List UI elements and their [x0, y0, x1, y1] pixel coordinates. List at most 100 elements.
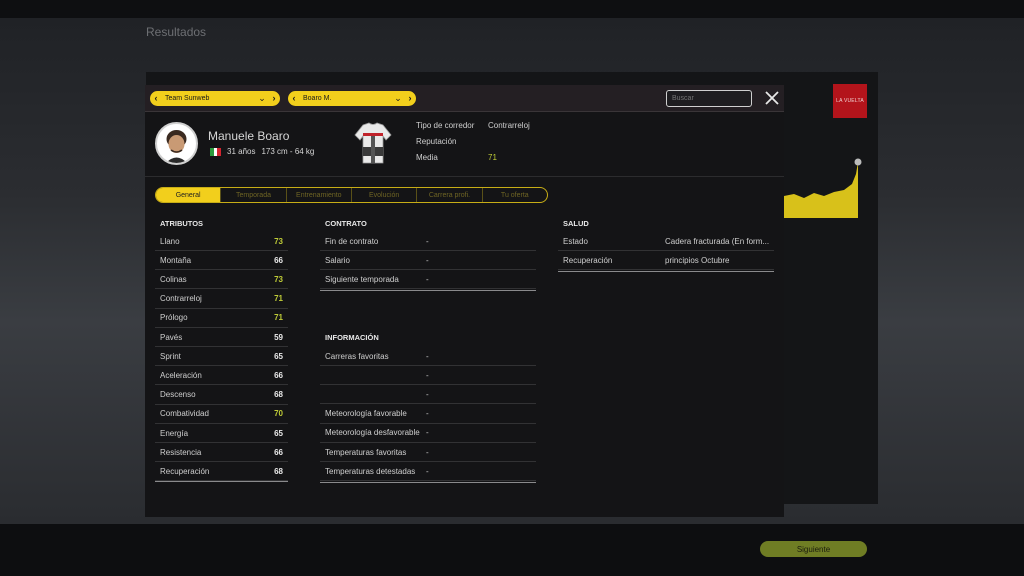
close-icon[interactable] — [762, 88, 782, 108]
modal-header: ‹ Team Sunweb ⌄ › ‹ Boaro M. ⌄ › — [145, 85, 784, 112]
attribute-row: Colinas 73 — [155, 270, 288, 290]
attribute-row-label: Resistencia — [160, 447, 202, 457]
tab-general[interactable]: General — [156, 188, 222, 202]
attribute-row-value: 65 — [274, 351, 283, 361]
attribute-row: Sprint 65 — [155, 347, 288, 367]
information-row: Carreras favoritas - — [320, 347, 536, 366]
rider-type-label: Tipo de corredor — [416, 121, 475, 130]
contract-title: CONTRATO — [325, 219, 367, 228]
attribute-row: Resistencia 66 — [155, 443, 288, 463]
contract-row-value: - — [426, 236, 429, 246]
search-input[interactable] — [666, 90, 752, 107]
attribute-row-value: 68 — [274, 466, 283, 476]
attribute-row-value: 59 — [274, 332, 283, 342]
attribute-row-value: 71 — [274, 313, 283, 323]
attribute-row-label: Sprint — [160, 351, 181, 361]
attribute-row: Montaña 66 — [155, 251, 288, 271]
team-selector-label: Team Sunweb — [165, 95, 210, 102]
attribute-row-value: 65 — [274, 428, 283, 438]
attributes-rule — [155, 481, 288, 482]
information-row: - — [320, 366, 536, 386]
rider-profile-modal: ‹ Team Sunweb ⌄ › ‹ Boaro M. ⌄ › Manuele… — [145, 85, 784, 517]
background-title: Resultados — [146, 25, 207, 39]
bottom-bar — [0, 524, 1024, 576]
information-title: INFORMACIÓN — [325, 333, 379, 342]
attribute-row-label: Prólogo — [160, 313, 188, 323]
next-team-icon[interactable]: › — [268, 91, 280, 106]
contract-row-value: - — [426, 274, 429, 284]
tab-bar: General Temporada Entrenamiento Evolució… — [155, 187, 548, 203]
information-row-value: - — [426, 351, 429, 361]
avatar — [155, 122, 198, 165]
tab-carrera-profi[interactable]: Carrera profi. — [417, 188, 483, 202]
rider-name: Manuele Boaro — [208, 129, 290, 143]
rider-body: 173 cm - 64 kg — [261, 147, 315, 156]
tab-temporada[interactable]: Temporada — [221, 188, 287, 202]
attribute-row-value: 66 — [274, 370, 283, 380]
attribute-row-label: Recuperación — [160, 466, 210, 476]
health-row-value: principios Octubre — [665, 255, 730, 265]
health-row: Estado Cadera fracturada (En form... — [558, 232, 774, 251]
rider-portrait-icon — [166, 130, 187, 163]
attribute-row: Pavés 59 — [155, 328, 288, 347]
contract-rule — [320, 290, 536, 291]
attribute-row-value: 73 — [274, 236, 283, 246]
attribute-row: Recuperación 68 — [155, 462, 288, 482]
top-bar — [0, 0, 1024, 18]
attribute-row-value: 71 — [274, 294, 283, 304]
information-row: Temperaturas favoritas - — [320, 443, 536, 462]
rider-type-value: Contrarreloj — [488, 121, 530, 130]
race-logo: LA VUELTA — [833, 84, 867, 118]
information-row: - — [320, 385, 536, 405]
chevron-down-icon[interactable]: ⌄ — [392, 91, 404, 106]
information-row: Temperaturas detestadas - — [320, 462, 536, 482]
attribute-row-value: 66 — [274, 447, 283, 457]
attribute-row-value: 66 — [274, 255, 283, 265]
team-selector[interactable]: ‹ Team Sunweb ⌄ › — [150, 91, 280, 106]
rider-age: 31 años — [227, 147, 256, 156]
attribute-row: Combatividad 70 — [155, 405, 288, 424]
attribute-row-value: 73 — [274, 274, 283, 284]
stage-profile-graphic — [784, 158, 862, 218]
attributes-title: ATRIBUTOS — [160, 219, 204, 228]
rider-selector[interactable]: ‹ Boaro M. ⌄ › — [288, 91, 416, 106]
contract-row-value: - — [426, 255, 429, 265]
attribute-row-value: 68 — [274, 390, 283, 400]
attribute-row-label: Combatividad — [160, 409, 209, 419]
tab-tu-oferta[interactable]: Tu oferta — [483, 188, 547, 202]
health-rule — [558, 271, 774, 272]
contract-row: Salario - — [320, 251, 536, 271]
attribute-row-value: 70 — [274, 409, 283, 419]
health-row-value: Cadera fracturada (En form... — [665, 236, 770, 246]
next-rider-icon[interactable]: › — [404, 91, 416, 106]
rider-selector-label: Boaro M. — [303, 95, 332, 102]
media-label: Media — [416, 153, 438, 162]
information-row: Meteorología favorable - — [320, 405, 536, 424]
tab-evolucion[interactable]: Evolución — [352, 188, 418, 202]
information-row-value: - — [426, 428, 429, 438]
attribute-row-label: Aceleración — [160, 370, 202, 380]
attribute-row: Contrarreloj 71 — [155, 290, 288, 309]
next-button[interactable]: Siguiente — [760, 541, 867, 557]
information-row-value: - — [426, 389, 429, 399]
attribute-row: Energía 65 — [155, 424, 288, 443]
chevron-down-icon[interactable]: ⌄ — [256, 91, 268, 106]
attribute-row-label: Descenso — [160, 390, 196, 400]
attribute-row-label: Energía — [160, 428, 189, 438]
rider-meta: 31 años 173 cm - 64 kg — [210, 147, 314, 156]
attribute-row-label: Llano — [160, 236, 180, 246]
reputation-label: Reputación — [416, 137, 457, 146]
prev-rider-icon[interactable]: ‹ — [288, 91, 300, 106]
attribute-row-label: Pavés — [160, 332, 183, 342]
health-title: SALUD — [563, 219, 589, 228]
health-row: Recuperación principios Octubre — [558, 251, 774, 271]
attribute-row-label: Colinas — [160, 274, 187, 284]
information-rule — [320, 482, 536, 483]
prev-team-icon[interactable]: ‹ — [150, 91, 162, 106]
information-row-value: - — [426, 370, 429, 380]
attribute-row: Aceleración 66 — [155, 366, 288, 386]
contract-row: Siguiente temporada - — [320, 270, 536, 290]
attribute-row: Prólogo 71 — [155, 309, 288, 328]
tab-entrenamiento[interactable]: Entrenamiento — [287, 188, 352, 202]
jersey-icon — [354, 122, 392, 164]
